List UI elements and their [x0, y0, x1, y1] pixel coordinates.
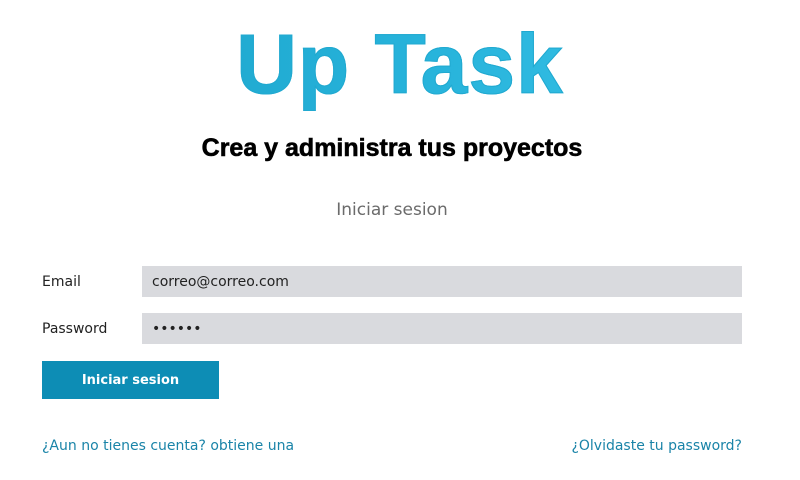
password-label: Password — [42, 321, 108, 337]
login-submit-button[interactable]: Iniciar sesion — [42, 361, 219, 399]
login-section-title: Iniciar sesion — [336, 200, 448, 220]
login-page: Up Task Crea y administra tus proyectos … — [0, 0, 800, 480]
forgot-password-link[interactable]: ¿Olvidaste tu password? — [571, 438, 742, 454]
email-field[interactable] — [142, 266, 742, 297]
app-logo: Up Task — [0, 14, 800, 114]
email-row: Email — [42, 266, 742, 298]
password-row: Password — [42, 313, 742, 345]
register-link[interactable]: ¿Aun no tienes cuenta? obtiene una — [42, 438, 294, 454]
page-tagline: Crea y administra tus proyectos — [201, 134, 583, 163]
password-field[interactable] — [142, 313, 742, 344]
email-label: Email — [42, 274, 81, 290]
